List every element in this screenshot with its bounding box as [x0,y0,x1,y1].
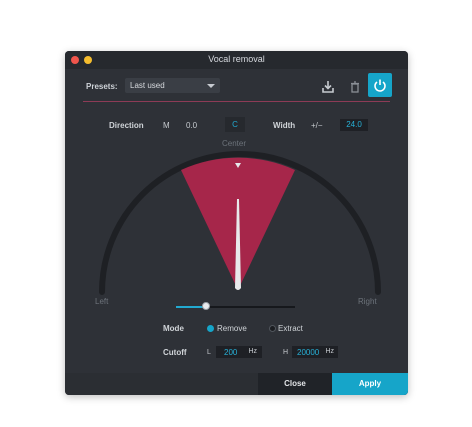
width-plus-minus: +/− [311,121,323,130]
direction-channel: M [163,121,170,130]
cutoff-low-prefix: L [207,349,211,356]
cutoff-low-value: 200 [224,348,238,357]
toolbar-divider [83,101,390,102]
preset-dropdown[interactable]: Last used [125,78,220,93]
remove-radio[interactable] [207,325,214,332]
cutoff-label: Cutoff [163,348,187,357]
apply-button[interactable]: Apply [332,373,408,395]
trash-icon[interactable] [344,76,366,98]
extract-label[interactable]: Extract [278,324,303,333]
presets-label: Presets: [86,82,118,91]
left-label: Left [95,297,109,306]
window-title: Vocal removal [208,54,265,64]
stereo-dial[interactable] [95,147,385,347]
cutoff-high-field[interactable]: 20000 Hz [292,346,338,358]
chevron-down-icon [207,84,215,88]
mode-label: Mode [163,324,184,333]
direction-label: Direction [109,121,144,130]
preset-selected-value: Last used [130,81,165,90]
width-value-field[interactable]: 24.0 [340,119,368,131]
cutoff-low-field[interactable]: 200 Hz [216,346,262,358]
cutoff-high-value: 20000 [297,348,320,357]
close-button[interactable]: Close [258,373,332,395]
dialog-footer: Close Apply [65,373,408,395]
direction-value[interactable]: 0.0 [186,121,197,130]
width-label: Width [273,121,296,130]
right-label: Right [358,297,377,306]
direction-slider-thumb[interactable] [202,302,210,310]
power-icon[interactable] [368,73,392,97]
preset-toolbar: Presets: Last used [65,69,408,103]
vocal-removal-window: Vocal removal Presets: Last used Directi… [65,51,408,395]
cutoff-high-unit: Hz [325,348,334,355]
title-bar: Vocal removal [65,51,408,69]
direction-slider-track[interactable] [176,306,295,308]
cutoff-high-prefix: H [283,349,289,356]
center-button[interactable]: C [225,117,245,132]
extract-radio[interactable] [269,325,276,332]
cutoff-low-unit: Hz [248,348,257,355]
download-icon[interactable] [317,76,339,98]
remove-label[interactable]: Remove [217,324,247,333]
